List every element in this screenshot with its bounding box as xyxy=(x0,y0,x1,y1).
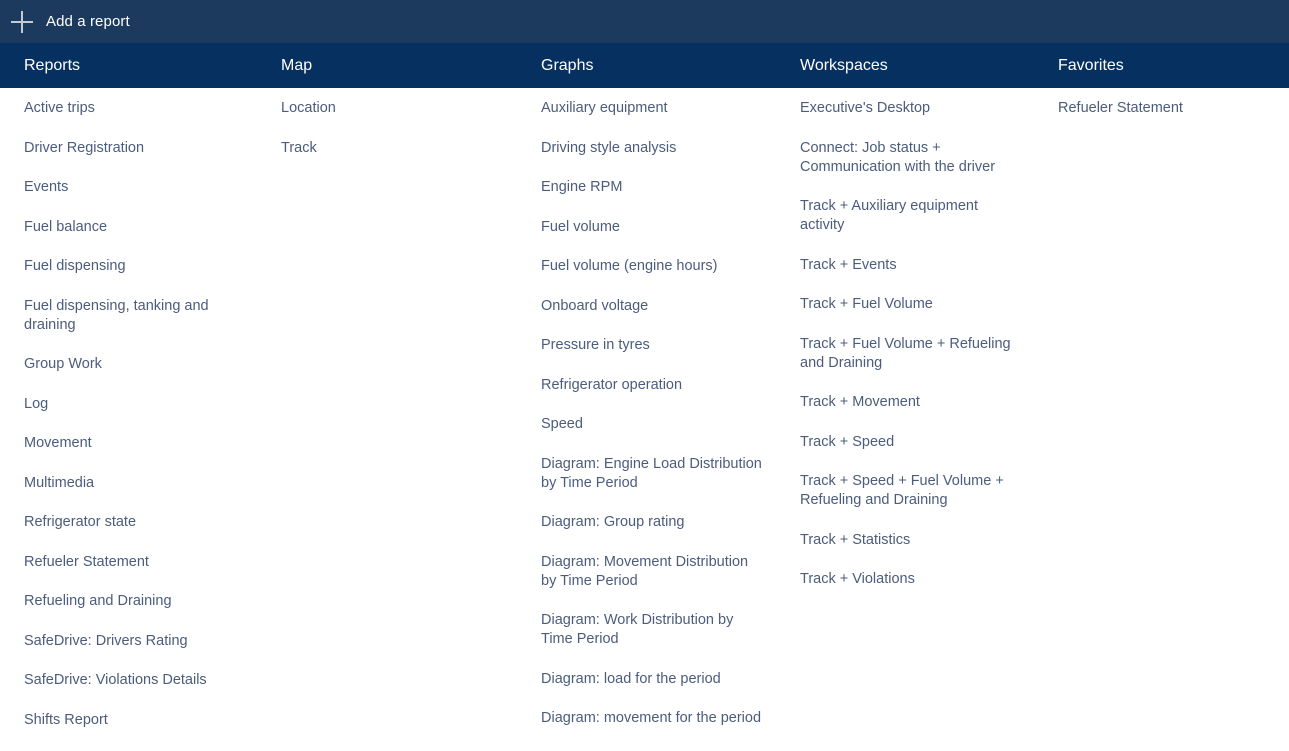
list-item[interactable]: Executive's Desktop xyxy=(800,99,1016,118)
report-columns: Reports Active trips Driver Registration… xyxy=(0,43,1289,751)
list-item[interactable]: Track + Speed xyxy=(800,433,1016,452)
list-item[interactable]: Multimedia xyxy=(24,474,239,493)
column-title-graphs: Graphs xyxy=(541,57,594,74)
list-item[interactable]: Refrigerator operation xyxy=(541,376,763,395)
list-item[interactable]: SafeDrive: Drivers Rating xyxy=(24,632,239,651)
list-item[interactable]: Fuel balance xyxy=(24,218,239,237)
list-item[interactable]: Diagram: Movement Distribution by Time P… xyxy=(541,553,763,591)
list-item[interactable]: Diagram: Work Distribution by Time Perio… xyxy=(541,611,763,649)
list-item[interactable]: Track + Fuel Volume + Refueling and Drai… xyxy=(800,335,1016,373)
column-title-map: Map xyxy=(281,57,313,74)
list-item[interactable]: Track + Speed + Fuel Volume + Refueling … xyxy=(800,472,1016,510)
list-item[interactable]: Active trips xyxy=(24,99,239,118)
list-item[interactable]: Track + Movement xyxy=(800,393,1016,412)
column-favorites: Favorites Refueler Statement xyxy=(1034,43,1289,139)
list-item[interactable]: Diagram: Group rating xyxy=(541,513,763,532)
report-picker-page: Add a report Reports Active trips Driver… xyxy=(0,0,1289,751)
list-item[interactable]: Auxiliary equipment xyxy=(541,99,763,118)
list-item[interactable]: Group Work xyxy=(24,355,239,374)
list-item[interactable]: Speed xyxy=(541,415,763,434)
list-item[interactable]: Engine RPM xyxy=(541,178,763,197)
list-item[interactable]: Refueler Statement xyxy=(1058,99,1273,118)
list-item[interactable]: Movement xyxy=(24,434,239,453)
add-report-button[interactable]: Add a report xyxy=(0,0,144,43)
list-item[interactable]: Diagram: Engine Load Distribution by Tim… xyxy=(541,455,763,493)
column-items-workspaces: Executive's Desktop Connect: Job status … xyxy=(800,88,1024,589)
column-items-reports: Active trips Driver Registration Events … xyxy=(24,88,247,730)
list-item[interactable]: Connect: Job status + Communication with… xyxy=(800,139,1016,177)
column-reports: Reports Active trips Driver Registration… xyxy=(0,43,257,750)
list-item[interactable]: Log xyxy=(24,395,239,414)
list-item[interactable]: Driver Registration xyxy=(24,139,239,158)
column-title-reports: Reports xyxy=(24,57,81,74)
top-toolbar: Add a report xyxy=(0,0,1289,43)
column-items-graphs: Auxiliary equipment Driving style analys… xyxy=(541,88,766,728)
list-item[interactable]: Fuel volume (engine hours) xyxy=(541,257,763,276)
column-items-favorites: Refueler Statement xyxy=(1058,88,1279,118)
list-item[interactable]: Track + Violations xyxy=(800,570,1016,589)
list-item[interactable]: Refueler Statement xyxy=(24,553,239,572)
column-title-workspaces: Workspaces xyxy=(800,57,888,74)
list-item[interactable]: Track + Fuel Volume xyxy=(800,295,1016,314)
list-item[interactable]: Track xyxy=(281,139,496,158)
list-item[interactable]: Events xyxy=(24,178,239,197)
list-item[interactable]: Diagram: load for the period xyxy=(541,670,763,689)
list-item[interactable]: Fuel volume xyxy=(541,218,763,237)
list-item[interactable]: Shifts Report xyxy=(24,711,239,730)
list-item[interactable]: Fuel dispensing, tanking and draining xyxy=(24,297,239,335)
column-graphs: Graphs Auxiliary equipment Driving style… xyxy=(517,43,776,749)
list-item[interactable]: Pressure in tyres xyxy=(541,336,763,355)
list-item[interactable]: Refrigerator state xyxy=(24,513,239,532)
list-item[interactable]: Track + Statistics xyxy=(800,531,1016,550)
list-item[interactable]: Diagram: movement for the period xyxy=(541,709,763,728)
list-item[interactable]: SafeDrive: Violations Details xyxy=(24,671,239,690)
list-item[interactable]: Onboard voltage xyxy=(541,297,763,316)
column-title-favorites: Favorites xyxy=(1058,57,1124,74)
column-map: Map Location Track xyxy=(257,43,517,178)
plus-icon xyxy=(10,10,34,34)
list-item[interactable]: Driving style analysis xyxy=(541,139,763,158)
column-workspaces: Workspaces Executive's Desktop Connect: … xyxy=(776,43,1034,610)
list-item[interactable]: Fuel dispensing xyxy=(24,257,239,276)
column-items-map: Location Track xyxy=(281,88,507,158)
list-item[interactable]: Track + Events xyxy=(800,256,1016,275)
list-item[interactable]: Refueling and Draining xyxy=(24,592,239,611)
list-item[interactable]: Location xyxy=(281,99,496,118)
add-report-label: Add a report xyxy=(46,13,130,30)
list-item[interactable]: Track + Auxiliary equipment activity xyxy=(800,197,1016,235)
